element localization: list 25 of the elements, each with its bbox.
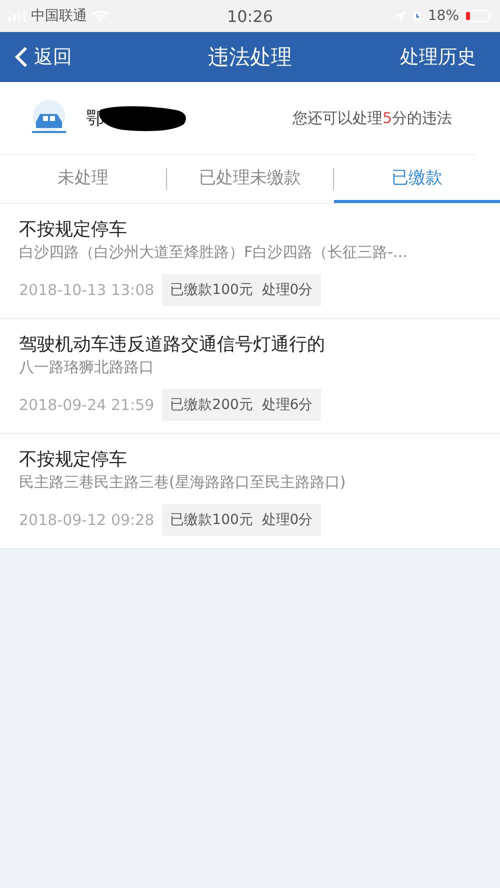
violation-title: 不按规定停车: [19, 218, 128, 242]
payment-status: 已缴款200元 处理6分: [162, 389, 321, 421]
page-title: 违法处理: [208, 44, 292, 71]
violation-location: 民主路三巷民主路三巷(星海路路口至民主路路口): [19, 472, 347, 492]
back-button[interactable]: 返回: [14, 44, 72, 70]
violation-title: 不按规定停车: [19, 448, 128, 472]
tab[interactable]: 未处理: [0, 155, 166, 203]
violation-title: 驾驶机动车违反道路交通信号灯通行的: [19, 333, 326, 357]
history-button[interactable]: 处理历史: [400, 44, 476, 70]
battery-icon: [464, 10, 492, 22]
violation-time: 2018-09-12 09:28: [19, 511, 154, 529]
payment-status: 已缴款100元 处理0分: [162, 274, 321, 306]
violation-location: 白沙四路（白沙州大道至烽胜路）F白沙四路（长征三路-...: [19, 242, 408, 262]
violation-location: 八一路珞狮北路路口: [19, 357, 155, 377]
battery-percent: 18%: [428, 8, 459, 24]
status-time: 10:26: [226, 6, 274, 26]
alarm-clock-icon: [410, 10, 423, 22]
violation-time: 2018-09-24 21:59: [19, 396, 154, 414]
payment-status: 已缴款100元 处理0分: [162, 504, 321, 536]
tab[interactable]: 已缴款: [334, 155, 500, 203]
carrier-name: 中国联通: [31, 7, 87, 25]
chevron-left-icon: [14, 46, 28, 68]
violation-time: 2018-10-13 13:08: [19, 281, 154, 299]
tab[interactable]: 已处理未缴款: [167, 155, 333, 203]
remaining-points-notice: 您还可以处理5分的违法: [292, 108, 452, 128]
